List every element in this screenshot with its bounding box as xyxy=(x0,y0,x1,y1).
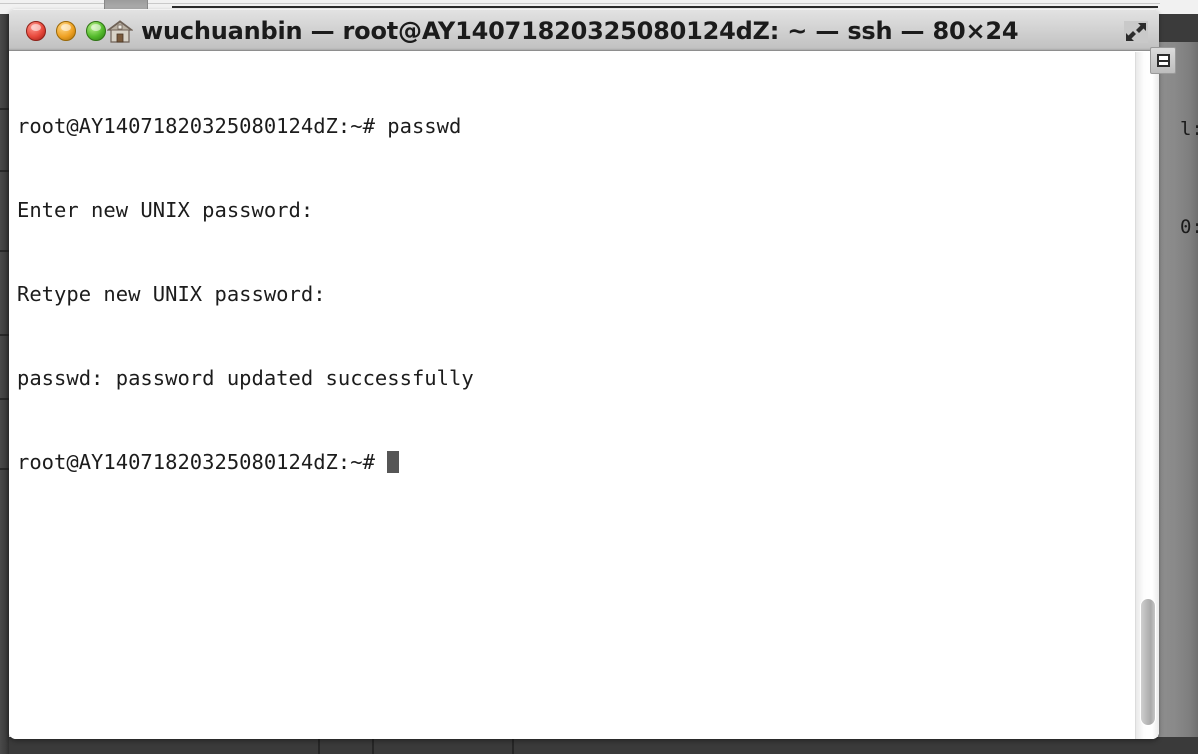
terminal-text: root@AY14071820325080124dZ:~# passwd Ent… xyxy=(17,56,474,532)
terminal-window: wuchuanbin — root@AY14071820325080124dZ:… xyxy=(9,9,1159,739)
terminal-prompt: root@AY14071820325080124dZ:~# xyxy=(17,450,388,474)
terminal-line: root@AY14071820325080124dZ:~# passwd xyxy=(17,114,462,138)
close-button[interactable] xyxy=(26,21,46,41)
minimize-button[interactable] xyxy=(56,21,76,41)
terminal-output-area[interactable]: root@AY14071820325080124dZ:~# passwd Ent… xyxy=(9,52,1159,739)
dock-divider xyxy=(0,468,9,470)
terminal-scrollbar[interactable] xyxy=(1135,52,1159,739)
terminal-line: Retype new UNIX password: xyxy=(17,282,326,306)
fullscreen-icon[interactable] xyxy=(1123,20,1149,44)
dock-divider xyxy=(0,250,9,252)
desktop-divider xyxy=(512,737,514,754)
window-controls xyxy=(26,21,106,41)
terminal-line-with-cursor: root@AY14071820325080124dZ:~# xyxy=(17,448,474,476)
scroll-widget-glyph xyxy=(1156,54,1170,67)
home-icon xyxy=(106,20,134,43)
desktop-background-bottom xyxy=(0,737,1198,754)
background-text-fragment-1: l: xyxy=(1180,118,1198,140)
zoom-button[interactable] xyxy=(86,21,106,41)
scroll-widget-icon[interactable] xyxy=(1150,47,1176,74)
desktop-background-right xyxy=(1158,0,1198,754)
background-window-line xyxy=(0,3,1160,4)
desktop-divider xyxy=(372,737,374,754)
background-window-rule xyxy=(172,6,1158,8)
desktop-divider xyxy=(318,737,320,754)
screen: l: 0: xyxy=(0,0,1198,754)
terminal-line: Enter new UNIX password: xyxy=(17,198,314,222)
background-text-fragment-2: 0: xyxy=(1180,216,1198,238)
terminal-line: passwd: password updated successfully xyxy=(17,366,474,390)
title-bar[interactable]: wuchuanbin — root@AY14071820325080124dZ:… xyxy=(9,9,1159,51)
dock-divider xyxy=(0,108,9,110)
dock-divider xyxy=(0,170,9,172)
scrollbar-thumb[interactable] xyxy=(1140,598,1156,726)
dock-strip[interactable] xyxy=(0,0,9,754)
terminal-cursor xyxy=(387,451,400,473)
window-title: wuchuanbin — root@AY14071820325080124dZ:… xyxy=(141,17,1019,45)
dock-divider xyxy=(0,398,9,400)
dock-divider xyxy=(0,334,9,336)
